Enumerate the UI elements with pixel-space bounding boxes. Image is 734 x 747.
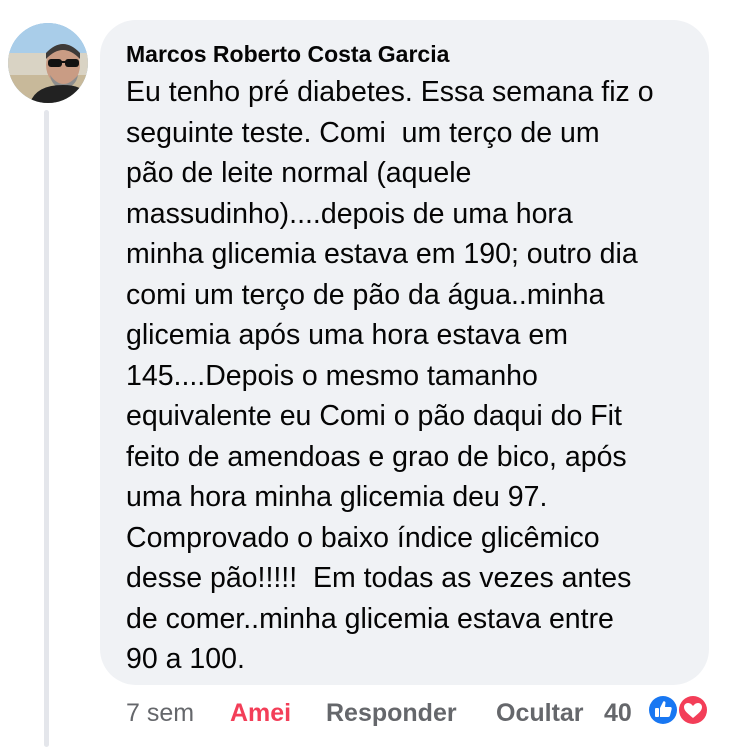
comment-text-line: 90 a 100.	[126, 643, 245, 675]
thread-line	[44, 110, 49, 747]
comment-text-line: uma hora minha glicemia deu 97.	[126, 481, 548, 513]
reaction-count[interactable]: 40	[604, 693, 632, 733]
comment-author[interactable]: Marcos Roberto Costa Garcia	[126, 40, 689, 68]
comment-text-line: Eu tenho pré diabetes. Essa semana fiz o	[126, 76, 654, 108]
comment-text-line: massudinho)....depois de uma hora	[126, 197, 573, 230]
love-reaction-button[interactable]: Amei	[230, 693, 291, 733]
avatar[interactable]	[8, 23, 88, 103]
comment-bubble: Marcos Roberto Costa Garcia Eu tenho pré…	[100, 20, 709, 685]
comment-text-line: Comprovado o baixo índice glicêmico	[126, 521, 600, 554]
comment-text-line: de comer..minha glicemia estava entre	[126, 602, 614, 635]
comment-text-line: desse pão!!!!! Em todas as vezes antes	[126, 562, 632, 594]
comment-text-line: minha glicemia estava em 190; outro dia	[126, 238, 638, 270]
comment-text-line: pão de leite normal (aquele	[126, 157, 472, 189]
reaction-icons[interactable]	[646, 693, 712, 727]
comment-actions: 7 sem Amei Responder Ocultar 40	[126, 693, 734, 733]
like-icon	[647, 694, 679, 726]
comment-text-line: glicemia após uma hora estava em	[126, 319, 568, 351]
reply-button[interactable]: Responder	[326, 693, 457, 733]
comment-text-line: equivalente eu Comi o pão daqui do Fit	[126, 400, 622, 432]
comment-text-line: feito de amendoas e grao de bico, após	[126, 440, 627, 473]
comment-text-line: 145....Depois o mesmo tamanho	[126, 359, 538, 392]
comment-text-line: comi um terço de pão da água..minha	[126, 278, 605, 311]
comment-text: Eu tenho pré diabetes. Essa semana fiz o…	[126, 72, 689, 680]
comment-timestamp[interactable]: 7 sem	[126, 693, 194, 733]
hide-button[interactable]: Ocultar	[496, 693, 584, 733]
comment-text-line: seguinte teste. Comi um terço de um	[126, 116, 600, 149]
avatar-photo	[8, 23, 88, 103]
love-icon	[677, 694, 709, 726]
